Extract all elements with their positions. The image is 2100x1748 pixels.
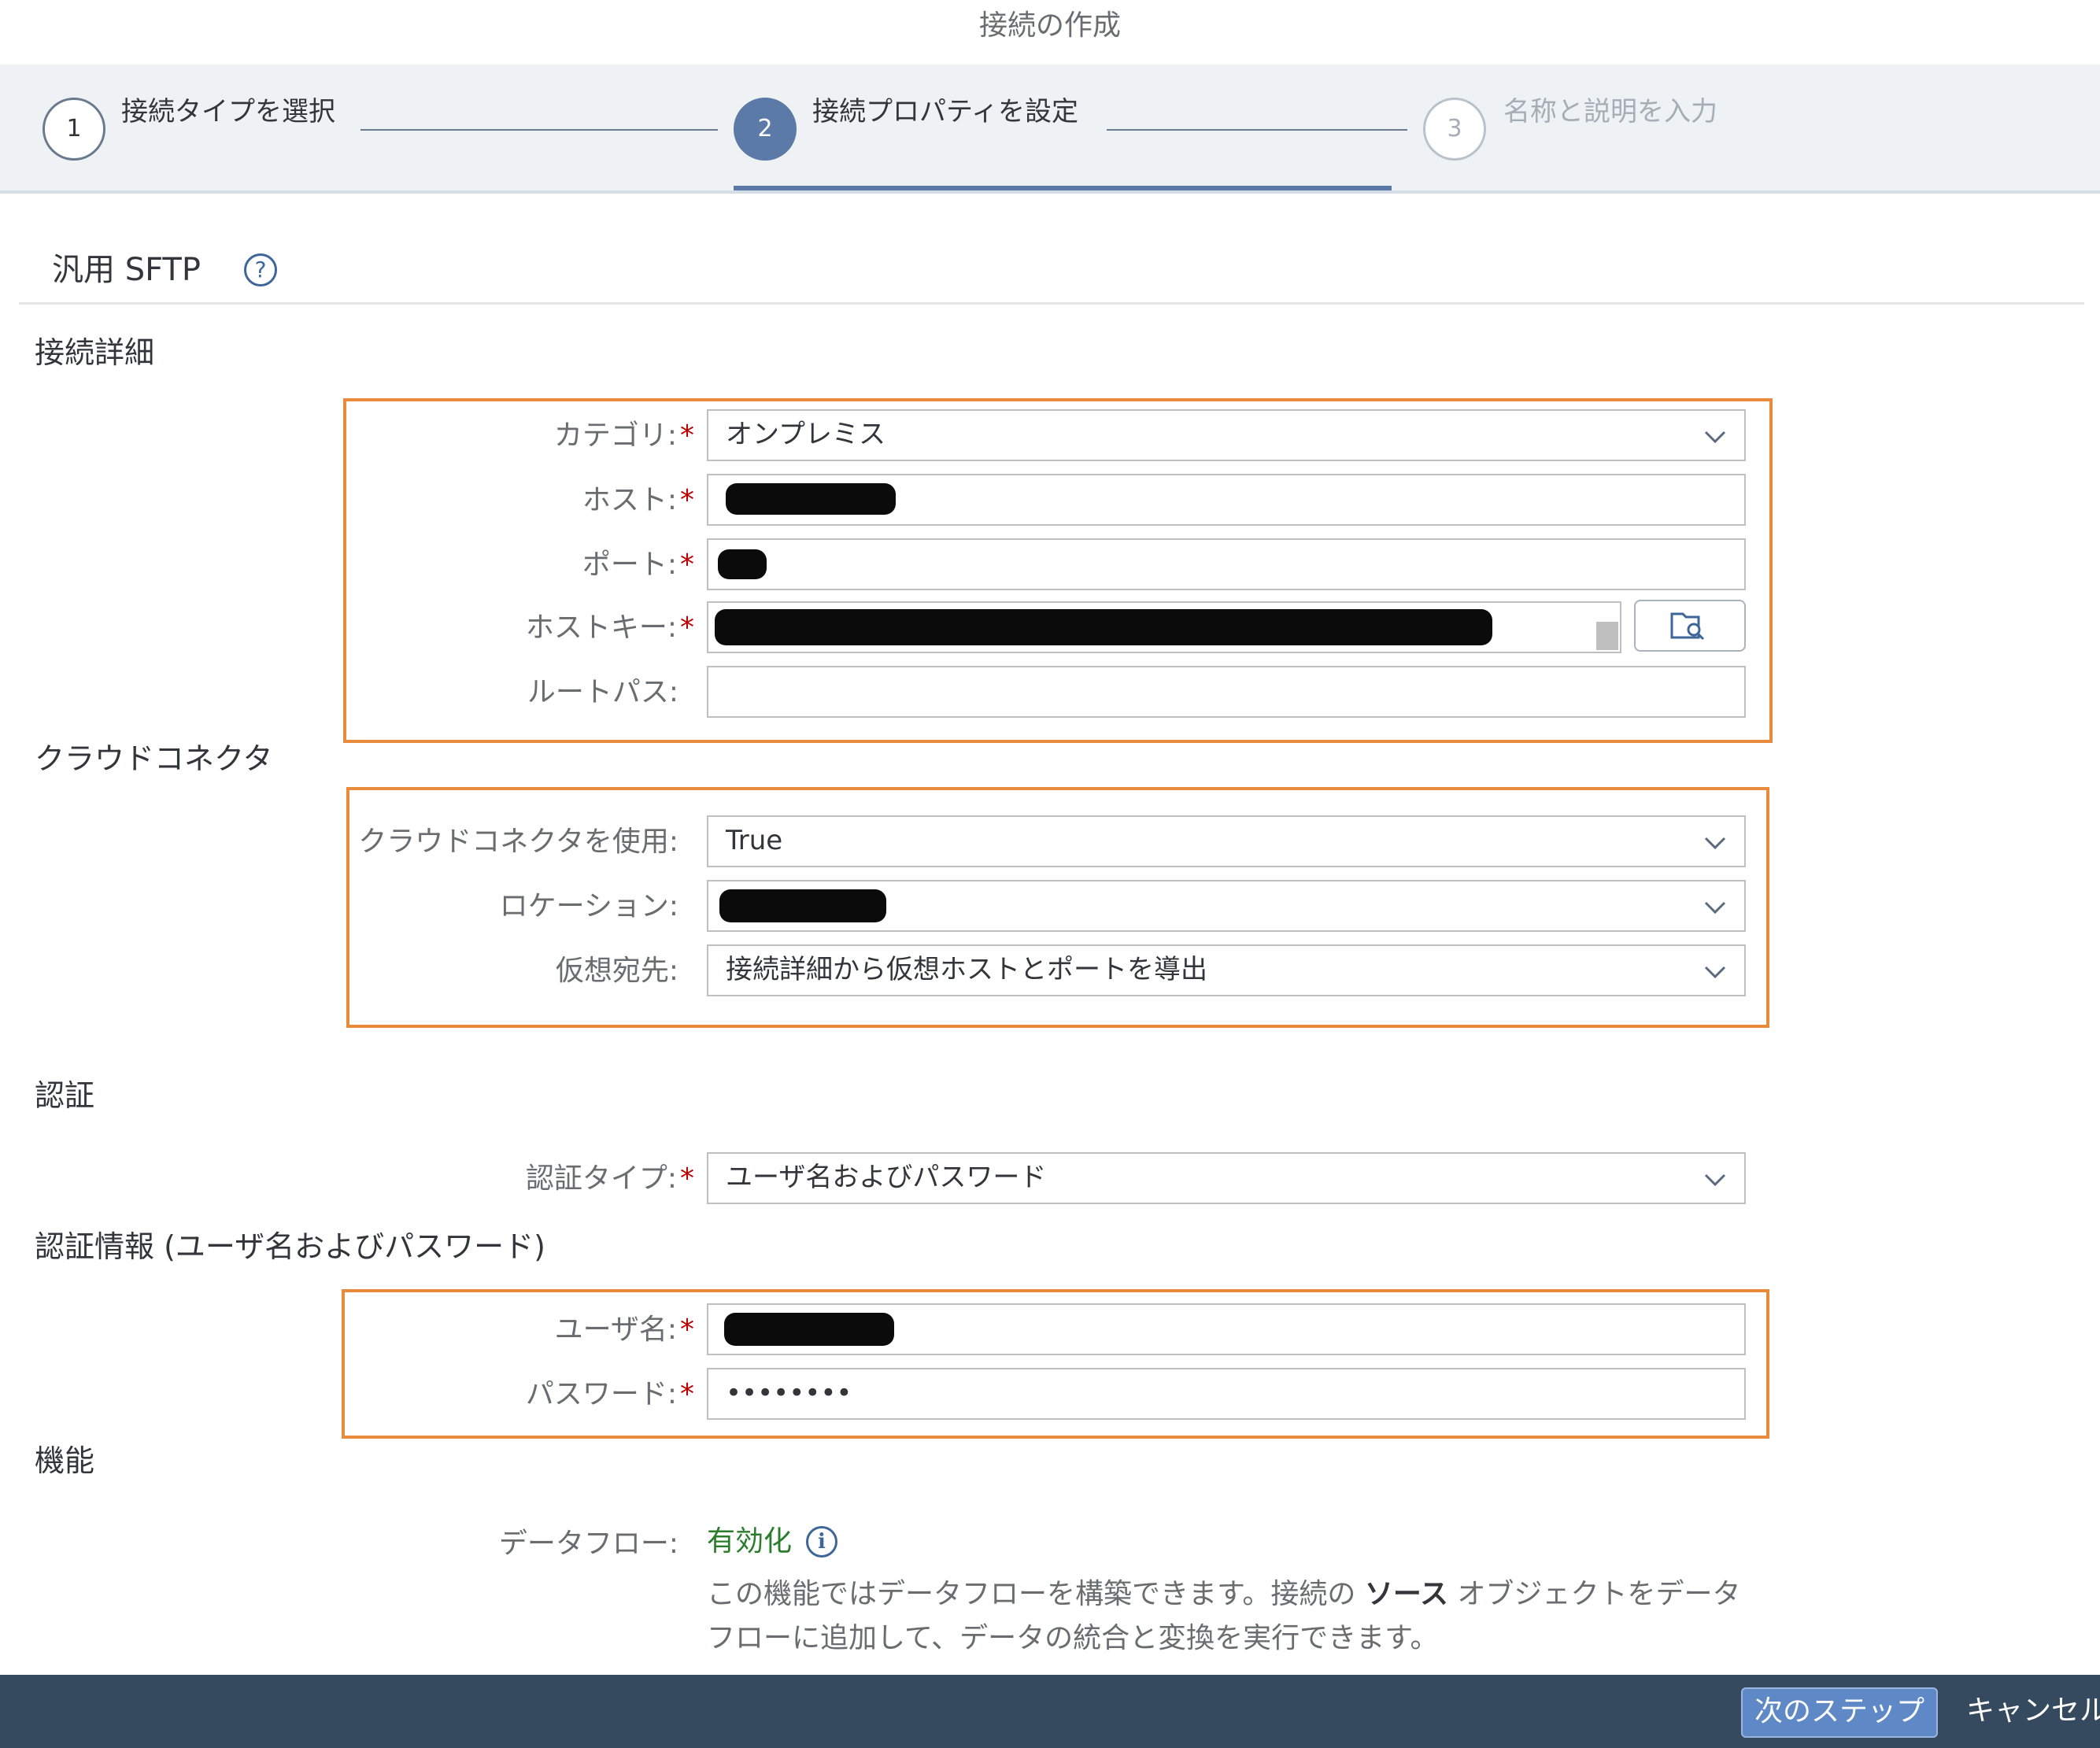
question-circle-icon[interactable]: ? bbox=[244, 253, 277, 286]
use-cloud-connector-label: クラウドコネクタを使用: bbox=[358, 826, 678, 858]
chevron-down-icon bbox=[1704, 1173, 1726, 1187]
virtual-destination-label: 仮想宛先: bbox=[555, 955, 678, 987]
category-select[interactable]: オンプレミス bbox=[707, 409, 1746, 461]
auth-type-label: 認証タイプ: * bbox=[525, 1162, 694, 1195]
browse-file-button[interactable] bbox=[1634, 600, 1746, 652]
category-label: カテゴリ: * bbox=[553, 419, 694, 452]
redaction-mark bbox=[726, 483, 896, 515]
location-label: ロケーション: bbox=[499, 890, 678, 922]
step-connector-line bbox=[1107, 129, 1407, 131]
chevron-down-icon bbox=[1704, 901, 1726, 915]
dialog-title: 接続の作成 bbox=[0, 0, 2100, 65]
info-icon[interactable]: i bbox=[806, 1526, 837, 1558]
data-flow-description-line-2: フローに追加して、データの統合と変換を実行できます。 bbox=[707, 1622, 1439, 1654]
use-cloud-connector-select[interactable]: True bbox=[707, 815, 1746, 867]
connection-type-title: 汎用 SFTP bbox=[52, 252, 201, 288]
active-step-underline bbox=[734, 186, 1392, 190]
chevron-down-icon bbox=[1704, 837, 1726, 850]
step-2-indicator[interactable]: 2 bbox=[734, 98, 797, 161]
root-path-label: ルートパス: bbox=[527, 676, 678, 708]
host-label: ホスト: * bbox=[582, 484, 694, 516]
next-step-button[interactable]: 次のステップ bbox=[1741, 1687, 1938, 1738]
port-label: ポート: * bbox=[582, 549, 694, 581]
redaction-mark bbox=[719, 889, 886, 922]
step-1-label[interactable]: 接続タイプを選択 bbox=[121, 94, 335, 129]
username-label: ユーザ名: * bbox=[554, 1314, 694, 1346]
data-flow-description: この機能ではデータフローを構築できます。接続の ソース オブジェクトをデータ bbox=[707, 1578, 1741, 1610]
cancel-button[interactable]: キャンセル bbox=[1966, 1687, 2100, 1738]
dialog-footer: 次のステップ キャンセル bbox=[0, 1675, 2100, 1748]
root-path-input[interactable] bbox=[707, 666, 1746, 718]
step-3-label: 名称と説明を入力 bbox=[1503, 96, 1717, 127]
host-key-textarea[interactable] bbox=[707, 601, 1621, 653]
port-input[interactable] bbox=[707, 538, 1746, 590]
redaction-mark bbox=[724, 1313, 894, 1346]
redaction-mark bbox=[718, 549, 767, 579]
section-connection-details: 接続詳細 bbox=[35, 335, 155, 370]
create-connection-dialog: 接続の作成 1 接続タイプを選択 2 接続プロパティを設定 3 名称と説明を入力… bbox=[0, 0, 2100, 1748]
password-label: パスワード: * bbox=[525, 1378, 694, 1410]
host-key-scrollbar[interactable] bbox=[1596, 622, 1618, 650]
data-flow-label: データフロー: bbox=[498, 1528, 678, 1560]
step-2-label[interactable]: 接続プロパティを設定 bbox=[812, 94, 1078, 129]
section-credentials: 認証情報 (ユーザ名およびパスワード) bbox=[35, 1229, 545, 1264]
divider bbox=[19, 302, 2084, 305]
username-input[interactable] bbox=[707, 1303, 1746, 1355]
wizard-step-bar: 1 接続タイプを選択 2 接続プロパティを設定 3 名称と説明を入力 bbox=[0, 65, 2100, 194]
host-key-label: ホストキー: * bbox=[525, 612, 694, 644]
auth-type-select[interactable]: ユーザ名およびパスワード bbox=[707, 1152, 1746, 1204]
section-authentication: 認証 bbox=[35, 1078, 95, 1113]
step-connector-line bbox=[360, 129, 718, 131]
virtual-destination-select[interactable]: 接続詳細から仮想ホストとポートを導出 bbox=[707, 944, 1746, 996]
folder-search-icon bbox=[1670, 612, 1705, 641]
step-1-indicator[interactable]: 1 bbox=[43, 98, 105, 161]
location-select[interactable] bbox=[707, 880, 1746, 932]
redaction-mark bbox=[715, 609, 1492, 645]
section-features: 機能 bbox=[35, 1443, 95, 1478]
host-input[interactable] bbox=[707, 474, 1746, 526]
password-input[interactable]: •••••••• bbox=[707, 1368, 1746, 1420]
data-flow-status: 有効化 bbox=[707, 1525, 793, 1558]
section-cloud-connector: クラウドコネクタ bbox=[35, 741, 273, 776]
chevron-down-icon bbox=[1704, 431, 1726, 444]
chevron-down-icon bbox=[1704, 966, 1726, 979]
step-3-indicator: 3 bbox=[1423, 98, 1486, 161]
